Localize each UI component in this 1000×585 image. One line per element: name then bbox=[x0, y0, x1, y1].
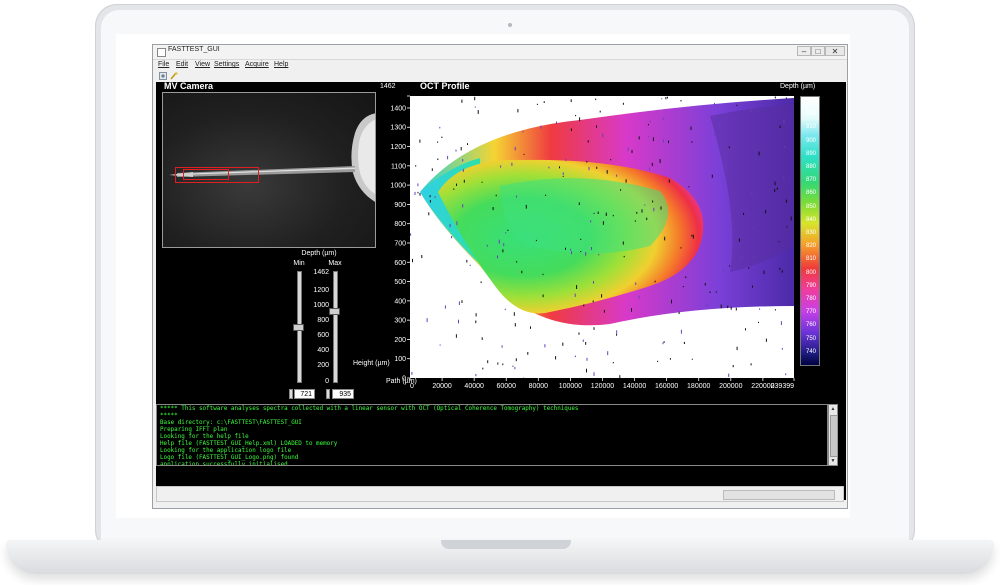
x-tick-label: 180000 bbox=[687, 383, 710, 390]
colorbar-tick-label: 800 bbox=[805, 269, 816, 276]
colorbar-tick-label: 830 bbox=[805, 230, 816, 236]
y-tick-label: 900 bbox=[394, 202, 406, 209]
oct-axes: 0 20000 40000 60000 80000 100000 120000 140000 1… bbox=[390, 95, 795, 390]
console-line: Looking for the help file bbox=[160, 434, 249, 440]
x-tick-label: 200000 bbox=[719, 383, 742, 390]
laptop-screen: FASTTEST_GUI – □ ✕ File Edit View Settin… bbox=[116, 34, 850, 518]
x-tick-label: 160000 bbox=[655, 383, 678, 390]
menu-file[interactable]: File bbox=[158, 61, 169, 68]
y-tick-label: 1000 bbox=[390, 183, 406, 190]
x-tick-label: 0 bbox=[410, 383, 414, 390]
close-button[interactable]: ✕ bbox=[825, 46, 845, 56]
laptop-notch bbox=[441, 540, 571, 549]
console-line: Looking for the application logo file bbox=[160, 448, 292, 454]
settings-icon[interactable] bbox=[159, 72, 167, 80]
menu-acquire[interactable]: Acquire bbox=[245, 61, 269, 68]
maximize-button[interactable]: □ bbox=[811, 46, 825, 56]
colorbar-tick-label: 890 bbox=[805, 150, 816, 157]
y-tick-label: 0 bbox=[402, 376, 406, 383]
colorbar-tick-label: 850 bbox=[805, 203, 816, 210]
x-tick-label: 140000 bbox=[623, 383, 646, 390]
console-line: application successfully initialised bbox=[160, 462, 288, 466]
colorbar-tick-label: 840 bbox=[805, 216, 816, 223]
toolbar bbox=[153, 71, 847, 81]
status-progress-bar bbox=[723, 490, 835, 500]
y-tick-label: 700 bbox=[394, 240, 406, 247]
colorbar-tick-label: 935 bbox=[805, 98, 816, 104]
y-tick-label: 1200 bbox=[390, 144, 406, 151]
colorbar-tick-label: 900 bbox=[805, 137, 816, 144]
x-tick-label: 239399 bbox=[771, 383, 794, 390]
colorbar-tick-label: 780 bbox=[805, 296, 816, 302]
menu-bar: File Edit View Settings Acquire Help bbox=[153, 60, 847, 71]
menu-settings[interactable]: Settings bbox=[214, 61, 239, 68]
x-tick-label: 40000 bbox=[464, 383, 484, 390]
minimize-button[interactable]: – bbox=[797, 46, 811, 56]
colorbar-tick-label: 810 bbox=[805, 256, 816, 263]
y-tick-label: 300 bbox=[394, 318, 406, 325]
x-tick-label: 20000 bbox=[432, 383, 452, 390]
x-tick-label: 120000 bbox=[591, 383, 614, 390]
log-console[interactable]: ***** This software analyses spectra col… bbox=[156, 404, 828, 466]
y-tick-label: 1100 bbox=[391, 163, 406, 170]
y-tick-label: 200 bbox=[394, 337, 406, 344]
x-tick-label: 60000 bbox=[497, 383, 517, 390]
colorbar-tick-label: 760 bbox=[805, 322, 816, 329]
y-tick-label: 1300 bbox=[390, 125, 406, 132]
console-line: Logo file (FASTTEST_GUI_Logo.png) found bbox=[160, 455, 299, 461]
y-tick-label: 1400 bbox=[390, 105, 406, 112]
menu-view[interactable]: View bbox=[195, 61, 210, 68]
colorbar-tick-label: 750 bbox=[805, 335, 816, 342]
console-line: Help file (FASTTEST_GUI_Help.xml) LOADED… bbox=[160, 441, 338, 447]
console-line: ***** bbox=[160, 413, 178, 419]
colorbar-tick-label: 880 bbox=[805, 164, 816, 170]
colorbar-tick-label: 770 bbox=[805, 309, 816, 316]
y-tick-label: 400 bbox=[394, 298, 406, 305]
colorbar-tick-label: 870 bbox=[805, 177, 816, 184]
colorbar-tick-label: 790 bbox=[805, 282, 816, 289]
colorbar-tick-label: 740 bbox=[805, 348, 816, 355]
console-line: ***** This software analyses spectra col… bbox=[160, 406, 579, 412]
console-line: Base directory: c:\FASTTEST\FASTTEST_GUI bbox=[160, 420, 302, 426]
x-tick-label: 80000 bbox=[529, 383, 549, 390]
y-tick-label: 100 bbox=[394, 356, 406, 363]
console-scroll-thumb[interactable] bbox=[830, 415, 838, 457]
menu-help[interactable]: Help bbox=[274, 61, 288, 68]
colorbar-tick-label: 860 bbox=[805, 190, 816, 197]
title-bar[interactable]: FASTTEST_GUI – □ ✕ bbox=[153, 45, 847, 60]
app-icon bbox=[157, 48, 166, 57]
webcam-icon bbox=[508, 23, 512, 27]
console-line: Preparing IFFT plan bbox=[160, 427, 228, 433]
menu-edit[interactable]: Edit bbox=[176, 61, 188, 68]
scroll-up-icon[interactable]: ▲ bbox=[830, 406, 836, 412]
probe-icon[interactable] bbox=[170, 72, 178, 80]
colorbar-tick-label: 820 bbox=[805, 243, 816, 250]
window-title: FASTTEST_GUI bbox=[168, 46, 220, 53]
colorbar-tick-label: 920 bbox=[805, 111, 816, 118]
colorbar-tick-label: 910 bbox=[805, 124, 816, 131]
y-tick-label: 500 bbox=[394, 279, 406, 286]
scroll-down-icon[interactable]: ▼ bbox=[830, 458, 836, 464]
status-bar bbox=[156, 486, 844, 502]
laptop-base bbox=[6, 540, 994, 574]
console-scrollbar[interactable]: ▲ ▼ bbox=[828, 404, 838, 466]
y-tick-label: 800 bbox=[394, 221, 406, 228]
application-window: FASTTEST_GUI – □ ✕ File Edit View Settin… bbox=[152, 44, 848, 509]
x-tick-label: 100000 bbox=[559, 383, 582, 390]
y-tick-label: 600 bbox=[394, 260, 406, 267]
workspace: MV Camera Depth (µm) Min Max 1462 1200 1… bbox=[156, 81, 846, 500]
